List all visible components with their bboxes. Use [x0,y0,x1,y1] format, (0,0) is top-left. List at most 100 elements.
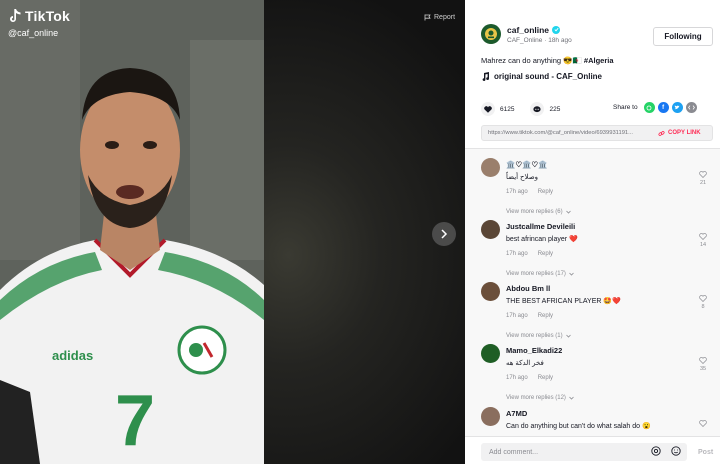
video-frame[interactable]: 7 adidas [0,0,264,464]
share-label: Share to [613,104,638,111]
comment-text: best afrincan player ❤️ [506,236,578,243]
hashtag-link[interactable]: #Algeria [584,56,614,65]
comment-like-button[interactable]: 14 [699,233,707,248]
commenter-avatar[interactable] [481,158,500,177]
view-replies-link[interactable]: View more replies (6) [506,209,571,215]
author-display-name: CAF_Online [507,36,543,44]
caption-text: Mahrez can do anything 😎🇩🇿 [481,56,582,65]
like-button[interactable] [481,102,495,116]
kit-brand: adidas [52,348,93,363]
jersey-number: 7 [115,381,155,461]
comment-time: 17h ago [506,313,528,319]
comment-like-button[interactable]: 35 [699,357,707,372]
commenter-username[interactable]: A7MD [506,409,527,418]
like-count: 6125 [500,105,515,113]
view-replies-link[interactable]: View more replies (12) [506,395,574,401]
view-replies-label: View more replies (6) [506,209,563,215]
following-button[interactable]: Following [653,27,713,46]
view-replies-label: View more replies (12) [506,395,566,401]
commenter-username[interactable]: 🏛️♡🏛️♡🏛️ [506,160,547,169]
caf-logo-icon [485,28,497,40]
report-button[interactable]: Report [424,14,455,21]
video-handle: @caf_online [8,28,59,38]
view-replies-label: View more replies (1) [506,333,563,339]
comment-like-button[interactable]: 8 [699,295,707,310]
commenter-username[interactable]: Mamo_Elkadi22 [506,346,562,355]
copy-link-button[interactable]: COPY LINK [654,130,701,137]
video-player[interactable]: 7 adidas TikTok @caf_online Report [0,0,465,464]
tiktok-note-icon [10,8,21,22]
comment-text: THE BEST AFRICAN PLAYER 🤩❤️ [506,298,621,305]
comment-text: وصلاح أيضاً [506,174,539,181]
comment-button[interactable] [530,102,545,116]
view-replies-link[interactable]: View more replies (1) [506,333,571,339]
view-replies-link[interactable]: View more replies (17) [506,271,574,277]
sound-link[interactable]: original sound - CAF_Online [481,72,602,81]
heart-outline-icon [699,295,707,302]
view-replies-label: View more replies (17) [506,271,566,277]
chevron-right-icon [441,229,448,239]
link-icon [658,130,665,136]
comment-list[interactable]: 🏛️♡🏛️♡🏛️ وصلاح أيضاً 17h ago Reply View … [465,149,720,436]
video-details-panel: caf_online CAF_Online · 18h ago Followin… [465,0,720,464]
flag-icon [424,14,431,21]
heart-outline-icon [699,357,707,364]
comment-like-count: 21 [699,180,707,186]
embed-icon[interactable] [685,102,697,113]
comment-time: 17h ago [506,251,528,257]
comment-meta: 17h ago Reply [506,251,553,257]
post-comment-button[interactable]: Post [698,449,713,456]
tiktok-logo[interactable]: TikTok [8,8,70,24]
chevron-down-icon [569,396,574,400]
comment-like-count: 8 [701,304,705,310]
separator-dot: · [544,36,547,44]
share-row: Share to f [613,102,697,113]
heart-outline-icon [699,233,707,240]
video-caption: Mahrez can do anything 😎🇩🇿 #Algeria [481,56,614,65]
whatsapp-icon[interactable] [643,102,655,113]
share-link-box: https://www.tiktok.com/@caf_online/video… [481,125,713,141]
comment-text: فخر الدكة هه [506,360,544,367]
comment-like-count: 14 [699,242,707,248]
reply-link[interactable]: Reply [538,251,553,257]
commenter-avatar[interactable] [481,407,500,426]
commenter-avatar[interactable] [481,282,500,301]
chevron-down-icon [569,272,574,276]
comment-text: Can do anything but can't do what salah … [506,423,651,430]
author-info[interactable]: caf_online CAF_Online · 18h ago [481,24,572,44]
emoji-icon[interactable] [671,446,681,456]
author-username[interactable]: caf_online [507,25,572,35]
comment-like-button[interactable] [699,420,707,427]
comment-icon [533,105,542,112]
author-username-text: caf_online [507,24,550,35]
heart-outline-icon [699,171,707,178]
chevron-down-icon [565,210,571,214]
next-video-button[interactable] [432,222,456,246]
music-note-icon [482,72,490,81]
verified-icon [552,25,561,34]
facebook-icon[interactable]: f [657,102,669,113]
reply-link[interactable]: Reply [538,313,553,319]
commenter-username[interactable]: Abdou Bm ll [506,284,550,293]
mention-icon[interactable] [651,446,661,456]
commenter-avatar[interactable] [481,220,500,239]
twitter-icon[interactable] [671,102,683,113]
reply-link[interactable]: Reply [538,189,553,195]
post-time: 18h ago [548,36,572,44]
commenter-username[interactable]: Justcallme Devileili [506,222,575,231]
author-avatar[interactable] [481,24,501,44]
commenter-avatar[interactable] [481,344,500,363]
comment-like-button[interactable]: 21 [699,171,707,186]
player-image: 7 adidas [0,0,264,464]
report-label: Report [434,14,456,21]
reply-link[interactable]: Reply [538,375,553,381]
author-subline: CAF_Online · 18h ago [507,37,572,44]
tiktok-wordmark: TikTok [25,8,71,24]
comment-meta: 17h ago Reply [506,189,553,195]
video-url: https://www.tiktok.com/@caf_online/video… [488,130,633,136]
comment-meta: 17h ago Reply [506,313,553,319]
heart-icon [484,105,492,113]
comment-like-count: 35 [699,366,707,372]
copy-link-label: COPY LINK [668,130,701,136]
chevron-down-icon [565,334,571,338]
